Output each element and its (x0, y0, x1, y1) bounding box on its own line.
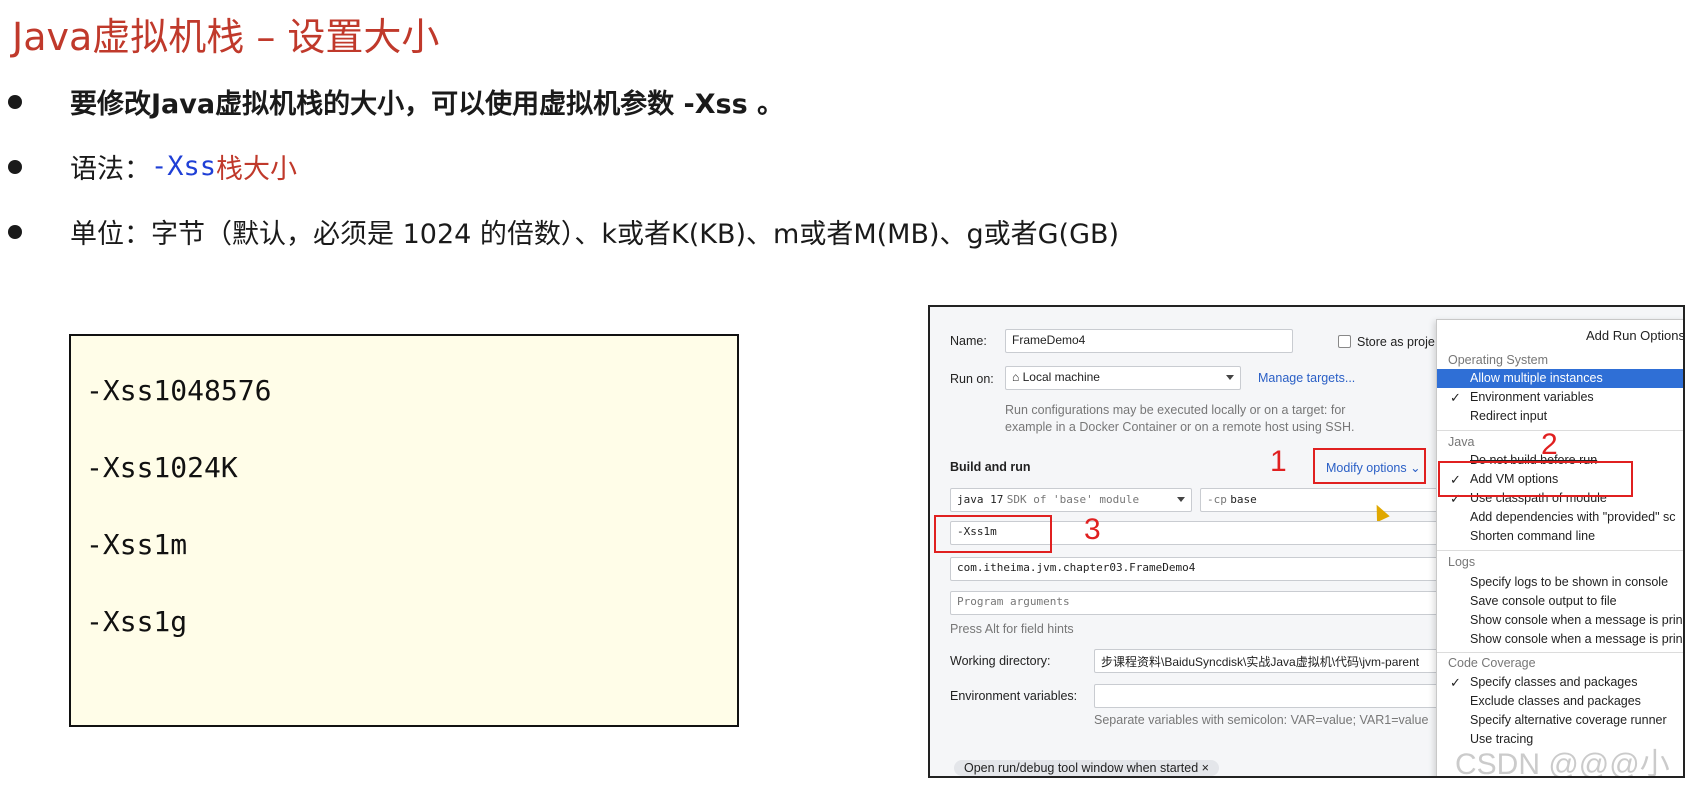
menu-item-label: Save console output to file (1470, 594, 1617, 608)
press-alt-hint: Press Alt for field hints (950, 622, 1074, 636)
menu-item-label: Specify alternative coverage runner (1470, 713, 1667, 727)
open-tool-window-label: Open run/debug tool window when started (964, 761, 1199, 775)
menu-item-allow-multiple-instances[interactable]: Allow multiple instances (1437, 369, 1683, 388)
home-icon: ⌂ (1012, 370, 1023, 384)
sdk-value: java 17 (957, 493, 1004, 506)
menu-item-label: Show console when a message is prin (1470, 632, 1683, 646)
annotation-box-1 (1313, 448, 1426, 484)
menu-item-show-console-stdout[interactable]: Show console when a message is prin (1437, 611, 1683, 630)
bullet-units: 单位：字节（默认，必须是 1024 的倍数）、k或者K(KB)、m或者M(MB)… (8, 212, 1119, 251)
working-dir-label: Working directory: (950, 654, 1051, 668)
menu-item-redirect-input[interactable]: Redirect input (1437, 407, 1683, 426)
menu-section-logs: Logs (1448, 555, 1476, 569)
annotation-number-1: 1 (1270, 445, 1287, 478)
cp-value: base (1230, 493, 1257, 506)
menu-separator (1437, 652, 1683, 653)
menu-item-label: Show console when a message is prin (1470, 613, 1683, 627)
menu-title: Add Run Options (1585, 328, 1685, 343)
bullet-text: 单位：字节（默认，必须是 1024 的倍数）、k或者K(KB)、m或者M(MB)… (70, 219, 1120, 250)
bullet-dot (8, 224, 22, 239)
name-label: Name: (950, 334, 987, 348)
annotation-box-3 (934, 515, 1052, 553)
syntax-suffix: 栈大小 (216, 154, 298, 185)
menu-item-shorten-command-line[interactable]: Shorten command line (1437, 527, 1683, 546)
slide-title: Java虚拟机栈 – 设置大小 (12, 15, 440, 59)
close-icon: × (1201, 761, 1209, 775)
manage-targets-link[interactable]: Manage targets... (1258, 371, 1355, 385)
menu-item-environment-variables[interactable]: ✓ Environment variables (1437, 388, 1683, 407)
menu-separator (1437, 430, 1683, 431)
syntax-prefix: 语法： (70, 154, 151, 185)
bullet-text: 要修改Java虚拟机栈的大小，可以使用虚拟机参数 -Xss 。 (70, 89, 785, 120)
code-line: -Xss1g (86, 605, 188, 638)
menu-item-label: Specify logs to be shown in console (1470, 575, 1669, 589)
store-label: Store as proje (1357, 335, 1435, 349)
menu-item-add-dependencies-provided[interactable]: Add dependencies with "provided" sc (1437, 508, 1683, 527)
bullet-dot (8, 159, 22, 174)
check-icon: ✓ (1450, 675, 1461, 690)
chevron-down-icon (1177, 497, 1185, 502)
menu-item-label: Exclude classes and packages (1470, 694, 1641, 708)
run-on-select[interactable]: ⌂ Local machine (1005, 366, 1241, 390)
run-on-label: Run on: (950, 372, 994, 386)
working-dir-input[interactable]: 步课程资料\BaiduSyncdisk\实战Java虚拟机\代码\jvm-par… (1094, 649, 1440, 673)
menu-section-operating-system: Operating System (1448, 353, 1549, 367)
cp-prefix: -cp (1207, 493, 1227, 506)
run-hint-line2: example in a Docker Container or on a re… (1005, 420, 1355, 434)
menu-item-show-console-stderr[interactable]: Show console when a message is prin (1437, 630, 1683, 649)
classpath-select[interactable]: -cp base (1200, 488, 1440, 512)
menu-item-specify-logs[interactable]: Specify logs to be shown in console (1437, 573, 1683, 592)
menu-section-java: Java (1448, 435, 1475, 449)
code-examples-box: -Xss1048576 -Xss1024K -Xss1m -Xss1g (69, 334, 739, 727)
bullet-vm-param: 要修改Java虚拟机栈的大小，可以使用虚拟机参数 -Xss 。 (8, 82, 784, 121)
menu-item-label: Allow multiple instances (1470, 371, 1603, 385)
annotation-box-2 (1438, 461, 1633, 497)
code-line: -Xss1048576 (86, 374, 272, 407)
menu-item-specify-classes-packages[interactable]: ✓ Specify classes and packages (1437, 673, 1683, 692)
program-arguments-input[interactable]: Program arguments (950, 591, 1440, 615)
code-line: -Xss1m (86, 528, 188, 561)
menu-item-label: Specify classes and packages (1470, 675, 1638, 689)
menu-separator (1437, 550, 1683, 551)
syntax-code: -Xss (151, 151, 217, 182)
sdk-hint: SDK of 'base' module (1006, 493, 1140, 506)
sdk-select[interactable]: java 17 SDK of 'base' module (950, 488, 1192, 512)
annotation-number-3: 3 (1084, 513, 1101, 546)
bullet-syntax: 语法： -Xss 栈大小 (8, 147, 297, 186)
env-vars-label: Environment variables: (950, 689, 1078, 703)
open-tool-window-chip[interactable]: Open run/debug tool window when started … (954, 760, 1219, 776)
env-vars-hint: Separate variables with semicolon: VAR=v… (1094, 713, 1429, 727)
bullet-dot (8, 94, 22, 109)
menu-item-save-console-output[interactable]: Save console output to file (1437, 592, 1683, 611)
code-line: -Xss1024K (86, 451, 238, 484)
run-config-dialog: Name: FrameDemo4 Store as proje Run on: … (928, 305, 1685, 778)
store-as-project-checkbox[interactable] (1338, 335, 1351, 348)
run-hint-line1: Run configurations may be executed local… (1005, 403, 1346, 417)
menu-item-label: Shorten command line (1470, 529, 1596, 543)
add-run-options-menu: Add Run Options Operating System Allow m… (1436, 319, 1685, 776)
main-class-input[interactable]: com.itheima.jvm.chapter03.FrameDemo4 (950, 557, 1440, 581)
env-vars-input[interactable] (1094, 684, 1440, 708)
chevron-down-icon (1226, 375, 1234, 380)
menu-item-label: Redirect input (1470, 409, 1548, 423)
menu-item-label: Add dependencies with "provided" sc (1470, 510, 1676, 524)
watermark: CSDN @@@小 k (1455, 748, 1670, 778)
menu-item-alternative-coverage-runner[interactable]: Specify alternative coverage runner (1437, 711, 1683, 730)
build-and-run-heading: Build and run (950, 460, 1031, 474)
name-input[interactable]: FrameDemo4 (1005, 329, 1293, 353)
check-icon: ✓ (1450, 390, 1461, 405)
annotation-number-2: 2 (1541, 428, 1558, 461)
run-on-value: Local machine (1022, 370, 1100, 384)
menu-section-code-coverage: Code Coverage (1448, 656, 1536, 670)
menu-item-exclude-classes-packages[interactable]: Exclude classes and packages (1437, 692, 1683, 711)
menu-item-label: Environment variables (1470, 390, 1594, 404)
